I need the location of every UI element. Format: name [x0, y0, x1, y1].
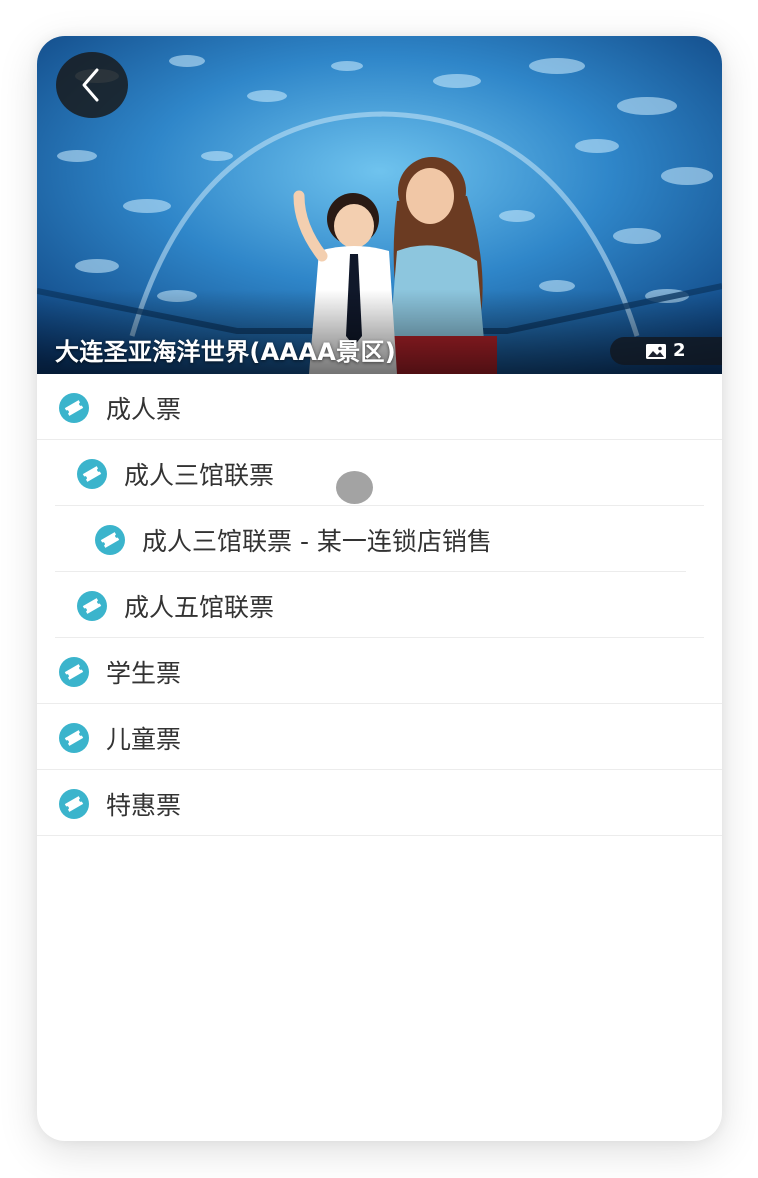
ticket-category-label: 特惠票	[106, 791, 182, 820]
attraction-hero: 大连圣亚海洋世界(AAAA景区) 2	[37, 36, 722, 374]
ticket-category-label: 儿童票	[106, 725, 182, 754]
ticket-icon	[95, 525, 125, 555]
aquarium-photo	[37, 36, 722, 374]
ticket-icon	[59, 723, 89, 753]
ticket-category-item[interactable]: 成人三馆联票	[37, 440, 722, 506]
row-divider	[37, 835, 722, 836]
ticket-category-item[interactable]: 成人五馆联票	[37, 572, 722, 638]
chevron-left-icon	[82, 68, 99, 102]
ticket-icon	[59, 789, 89, 819]
ticket-icon	[59, 657, 89, 687]
photo-count: 2	[673, 340, 686, 361]
back-button[interactable]	[56, 52, 128, 118]
ticket-category-item[interactable]: 成人三馆联票 - 某一连锁店销售	[37, 506, 722, 572]
image-icon	[646, 344, 666, 359]
ticket-icon	[59, 393, 89, 423]
ticket-category-item[interactable]: 成人票	[37, 374, 722, 440]
screen: 大连圣亚海洋世界(AAAA景区) 2 成人票成人三馆联票成人三馆联票 - 某一连…	[0, 0, 758, 1178]
ticket-icon	[77, 591, 107, 621]
ticket-category-label: 成人五馆联票	[124, 593, 275, 622]
ticket-category-list: 成人票成人三馆联票成人三馆联票 - 某一连锁店销售成人五馆联票学生票儿童票特惠票	[37, 374, 722, 836]
phone-frame: 大连圣亚海洋世界(AAAA景区) 2 成人票成人三馆联票成人三馆联票 - 某一连…	[37, 36, 722, 1141]
ticket-icon	[77, 459, 107, 489]
ticket-category-label: 成人三馆联票	[124, 461, 275, 490]
ticket-category-label: 成人票	[106, 395, 182, 424]
ticket-category-item[interactable]: 特惠票	[37, 770, 722, 836]
ticket-category-label: 学生票	[106, 659, 182, 688]
ticket-category-item[interactable]: 学生票	[37, 638, 722, 704]
touch-indicator	[336, 471, 373, 504]
attraction-title: 大连圣亚海洋世界(AAAA景区)	[55, 338, 397, 366]
ticket-category-label: 成人三馆联票 - 某一连锁店销售	[142, 527, 492, 556]
ticket-category-item[interactable]: 儿童票	[37, 704, 722, 770]
photo-count-badge[interactable]: 2	[610, 337, 722, 365]
